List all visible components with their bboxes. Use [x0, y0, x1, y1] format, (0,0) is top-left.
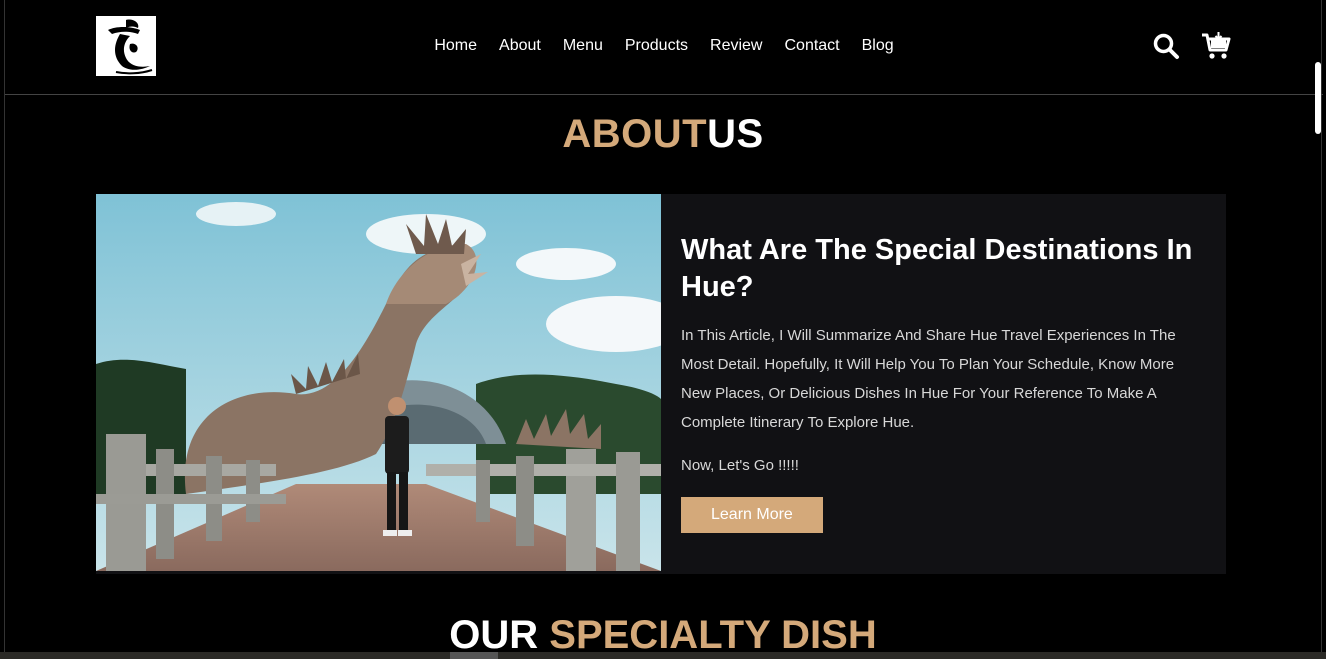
search-button[interactable] [1151, 31, 1181, 61]
cart-icon [1202, 32, 1231, 59]
about-card: What Are The Special Destinations In Hue… [96, 194, 1226, 574]
learn-more-button[interactable]: Learn More [681, 497, 823, 533]
about-heading: ABOUTUS [5, 112, 1321, 157]
nav-review[interactable]: Review [699, 37, 773, 55]
bottom-strip-segment [450, 652, 498, 659]
nav-home[interactable]: Home [423, 37, 488, 55]
about-content: What Are The Special Destinations In Hue… [661, 194, 1226, 574]
header-actions [1151, 31, 1231, 61]
about-image [96, 194, 661, 571]
main-nav: Home About Menu Products Review Contact … [5, 37, 1323, 55]
about-description: In This Article, I Will Summarize And Sh… [681, 327, 1176, 431]
nav-products[interactable]: Products [614, 37, 699, 55]
cart-button[interactable] [1201, 31, 1231, 61]
specialty-heading-white: OUR [449, 613, 539, 657]
site-header: Home About Menu Products Review Contact … [5, 0, 1323, 95]
bottom-strip [0, 652, 1326, 659]
nav-about[interactable]: About [488, 37, 552, 55]
search-icon [1153, 33, 1179, 59]
about-heading-gold: ABOUT [562, 112, 708, 156]
about-cta-text: Now, Let's Go !!!!! [681, 457, 799, 474]
nav-blog[interactable]: Blog [851, 37, 905, 55]
specialty-heading-gold: SPECIALTY DISH [549, 613, 877, 657]
dragon-photo-illustration [96, 194, 661, 571]
nav-menu[interactable]: Menu [552, 37, 614, 55]
about-heading-white: US [707, 112, 764, 156]
page-frame: Home About Menu Products Review Contact … [4, 0, 1323, 659]
nav-contact[interactable]: Contact [773, 37, 850, 55]
about-title: What Are The Special Destinations In Hue… [681, 234, 1193, 303]
